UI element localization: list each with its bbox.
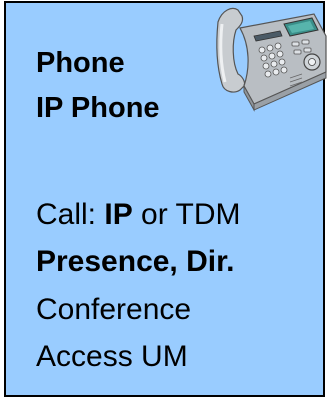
call-prefix: Call: xyxy=(36,198,105,231)
card-title-phone: Phone xyxy=(36,47,125,79)
card-title-ip-phone: IP Phone xyxy=(36,92,160,124)
call-line: Call: IP or TDM xyxy=(36,196,241,234)
presence-line: Presence, Dir. xyxy=(36,245,235,278)
conference-line: Conference xyxy=(36,293,192,326)
call-suffix: or TDM xyxy=(132,198,241,231)
call-ip: IP xyxy=(104,198,133,231)
access-um-line: Access UM xyxy=(36,340,188,373)
desk-phone-icon xyxy=(216,7,327,112)
